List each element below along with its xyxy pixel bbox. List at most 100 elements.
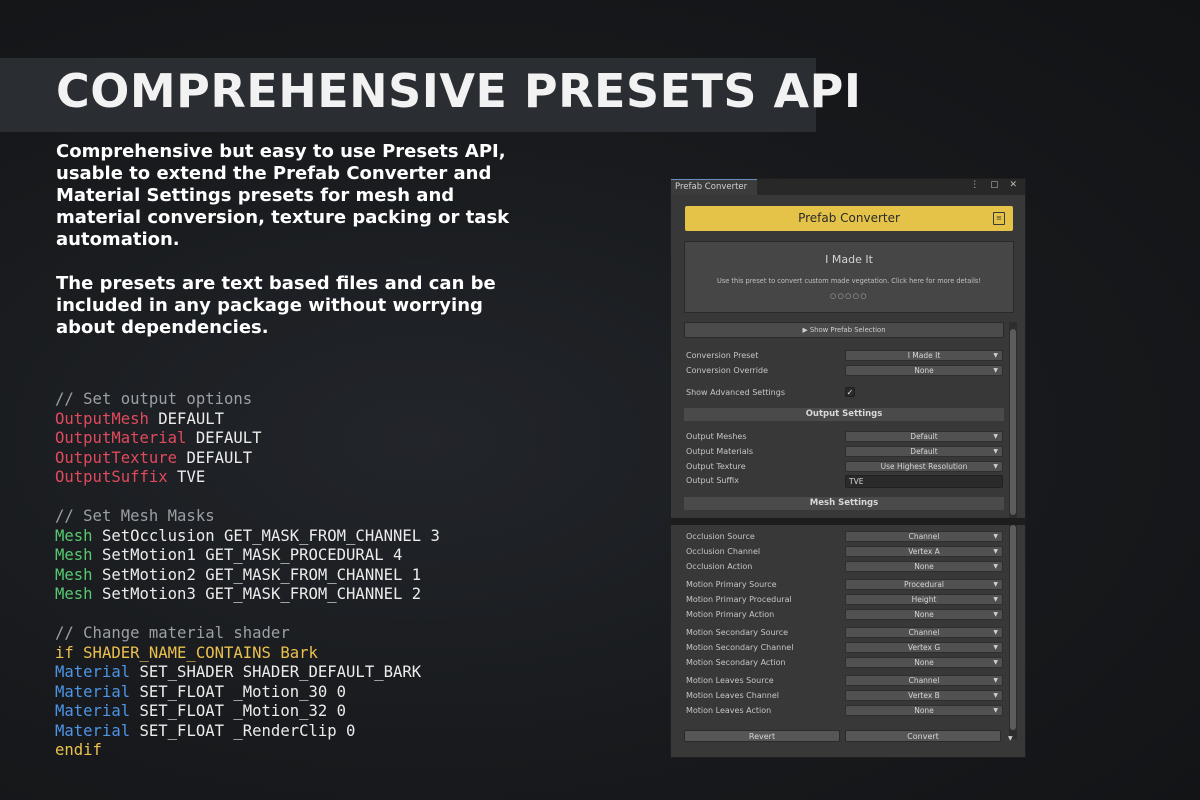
output-materials-dropdown[interactable]: Default ▼: [845, 446, 1003, 457]
mesh-setting-row: Occlusion Channel Vertex A ▼: [686, 546, 1006, 558]
mesh-setting-label: Motion Secondary Action: [686, 658, 786, 667]
chevron-down-icon: ▼: [993, 563, 998, 570]
code-line: Mesh SetMotion2 GET_MASK_FROM_CHANNEL 1: [55, 566, 440, 586]
chevron-down-icon: ▼: [993, 548, 998, 555]
dropdown-value: Channel: [908, 532, 940, 541]
convert-button[interactable]: Convert: [845, 730, 1001, 742]
chevron-down-icon: ▼: [993, 677, 998, 684]
mesh-setting-row: Motion Secondary Action None ▼: [686, 657, 1006, 669]
description-paragraph-1: Comprehensive but easy to use Presets AP…: [56, 141, 510, 250]
scroll-down-icon[interactable]: ▼: [1008, 735, 1013, 742]
mesh-setting-dropdown[interactable]: Height ▼: [845, 594, 1003, 605]
mesh-setting-dropdown[interactable]: Vertex G ▼: [845, 642, 1003, 653]
mesh-setting-dropdown[interactable]: None ▼: [845, 705, 1003, 716]
prefab-converter-header-button[interactable]: Prefab Converter ≡: [685, 206, 1013, 231]
chevron-down-icon: ▼: [993, 692, 998, 699]
mesh-setting-row: Occlusion Source Channel ▼: [686, 531, 1006, 543]
mesh-setting-dropdown[interactable]: None ▼: [845, 609, 1003, 620]
revert-button[interactable]: Revert: [684, 730, 840, 742]
mesh-setting-dropdown[interactable]: Channel ▼: [845, 675, 1003, 686]
output-settings-header[interactable]: Output Settings: [684, 408, 1004, 421]
code-sample: // Set output options OutputMesh DEFAULT O…: [55, 390, 440, 761]
panel-divider: [671, 518, 1025, 525]
code-token: SetOcclusion GET_MASK_FROM_CHANNEL 3: [92, 526, 440, 545]
code-token: Material: [55, 682, 131, 701]
dropdown-value: Procedural: [904, 580, 944, 589]
title-banner: COMPREHENSIVE PRESETS API: [0, 58, 861, 132]
mesh-setting-row: Motion Primary Action None ▼: [686, 609, 1006, 621]
code-line: // Change material shader: [55, 624, 440, 644]
conversion-preset-row: Conversion Preset I Made It ▼: [686, 350, 1006, 362]
code-token: SetMotion3 GET_MASK_FROM_CHANNEL 2: [92, 585, 422, 603]
mesh-setting-row: Motion Secondary Channel Vertex G ▼: [686, 642, 1006, 654]
chevron-down-icon: ▼: [993, 448, 998, 455]
mesh-setting-dropdown[interactable]: Vertex A ▼: [845, 546, 1003, 557]
dropdown-value: None: [914, 658, 934, 667]
conversion-override-label: Conversion Override: [686, 366, 769, 375]
mesh-setting-dropdown[interactable]: Channel ▼: [845, 531, 1003, 542]
code-line: Material SET_FLOAT _RenderClip 0: [55, 722, 440, 742]
output-suffix-input[interactable]: TVE: [845, 475, 1003, 488]
conversion-preset-dropdown[interactable]: I Made It ▼: [845, 350, 1003, 361]
code-token: if SHADER_NAME_CONTAINS Bark: [55, 643, 318, 662]
conversion-override-dropdown[interactable]: None ▼: [845, 365, 1003, 376]
code-token: // Change material shader: [55, 624, 290, 642]
output-texture-dropdown[interactable]: Use Highest Resolution ▼: [845, 461, 1003, 472]
scrollbar-thumb-top[interactable]: [1010, 329, 1016, 515]
code-line: // Set Mesh Masks: [55, 507, 440, 527]
mesh-setting-row: Motion Primary Source Procedural ▼: [686, 579, 1006, 591]
scrollbar-thumb-bottom[interactable]: [1010, 525, 1016, 730]
code-token: Material: [55, 702, 131, 720]
mesh-setting-dropdown[interactable]: None ▼: [845, 657, 1003, 668]
chevron-down-icon: ▼: [993, 644, 998, 651]
code-token: Mesh: [55, 565, 93, 584]
mesh-setting-dropdown[interactable]: None ▼: [845, 561, 1003, 572]
mesh-setting-row: Motion Leaves Channel Vertex B ▼: [686, 690, 1006, 702]
tab-prefab-converter[interactable]: Prefab Converter: [671, 179, 757, 195]
mesh-setting-label: Motion Leaves Source: [686, 676, 774, 685]
mesh-setting-label: Motion Leaves Channel: [686, 691, 780, 700]
code-token: Mesh: [55, 546, 93, 564]
page-title: COMPREHENSIVE PRESETS API: [56, 64, 862, 118]
dropdown-value: Vertex B: [908, 691, 940, 700]
menu-icon[interactable]: ≡: [993, 212, 1005, 225]
dropdown-value: Vertex G: [907, 643, 941, 652]
dropdown-value: Channel: [908, 676, 940, 685]
preset-page-dots[interactable]: ○○○○○: [685, 292, 1013, 300]
output-meshes-dropdown[interactable]: Default ▼: [845, 431, 1003, 442]
dropdown-value: Default: [910, 447, 938, 456]
mesh-setting-label: Motion Primary Procedural: [686, 595, 792, 604]
code-line: if SHADER_NAME_CONTAINS Bark: [55, 644, 440, 664]
mesh-setting-label: Motion Leaves Action: [686, 706, 772, 715]
mesh-setting-label: Occlusion Source: [686, 532, 755, 541]
code-line: Mesh SetOcclusion GET_MASK_FROM_CHANNEL …: [55, 527, 440, 547]
preset-description[interactable]: Use this preset to convert custom made v…: [685, 277, 1013, 285]
code-line: Mesh SetMotion3 GET_MASK_FROM_CHANNEL 2: [55, 585, 440, 605]
prefab-converter-window: Prefab Converter ⋮ ▢ ✕ Prefab Converter …: [670, 178, 1026, 758]
mesh-setting-dropdown[interactable]: Channel ▼: [845, 627, 1003, 638]
window-controls-icon[interactable]: ⋮ ▢ ✕: [970, 180, 1021, 190]
output-texture-row: Output Texture Use Highest Resolution ▼: [686, 461, 1006, 473]
conversion-override-row: Conversion Override None ▼: [686, 365, 1006, 377]
mesh-settings-header[interactable]: Mesh Settings: [684, 497, 1004, 510]
mesh-setting-label: Motion Secondary Source: [686, 628, 789, 637]
chevron-down-icon: ▼: [993, 352, 998, 359]
code-token: SET_FLOAT _Motion_30 0: [130, 682, 347, 701]
show-prefab-selection-button[interactable]: ▶ Show Prefab Selection: [684, 322, 1004, 338]
code-token: SET_SHADER SHADER_DEFAULT_BARK: [130, 663, 422, 681]
preset-title: I Made It: [825, 253, 873, 266]
code-line: OutputMesh DEFAULT: [55, 410, 440, 430]
chevron-down-icon: ▼: [993, 533, 998, 540]
show-advanced-settings-row: Show Advanced Settings ✓: [686, 387, 1006, 399]
mesh-setting-dropdown[interactable]: Vertex B ▼: [845, 690, 1003, 701]
preset-info-box[interactable]: I Made It Use this preset to convert cus…: [684, 241, 1014, 313]
dropdown-value: None: [914, 562, 934, 571]
output-texture-label: Output Texture: [686, 462, 746, 471]
code-token: SET_FLOAT _Motion_32 0: [130, 702, 347, 720]
mesh-setting-row: Motion Leaves Source Channel ▼: [686, 675, 1006, 687]
code-token: // Set Mesh Masks: [55, 507, 215, 525]
show-advanced-settings-checkbox[interactable]: ✓: [845, 387, 855, 397]
dropdown-value: Vertex A: [908, 547, 940, 556]
code-token: TVE: [167, 468, 206, 486]
mesh-setting-dropdown[interactable]: Procedural ▼: [845, 579, 1003, 590]
